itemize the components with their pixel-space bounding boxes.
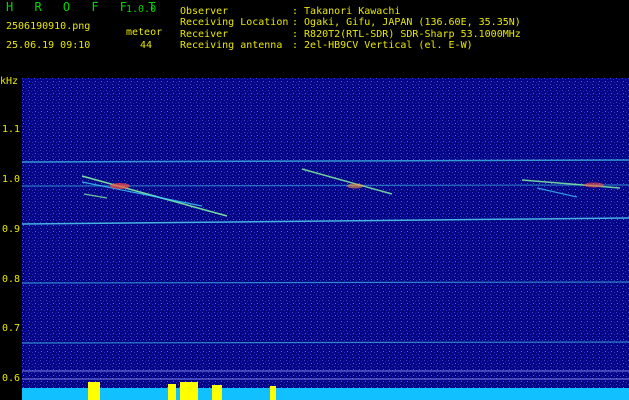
freq-tick-0.8: 0.8 — [2, 274, 21, 285]
meteor-label: meteor — [126, 27, 163, 38]
header-panel: H R O F F T 1.0.0 2506190910.png 25.06.1… — [0, 0, 629, 74]
activity-spike-1 — [88, 382, 100, 400]
freq-tick-1.1: 1.1 — [2, 124, 21, 135]
info-value-location: : Ogaki, Gifu, JAPAN (136.60E, 35.35N) — [292, 17, 521, 28]
meteor-head-2 — [347, 183, 363, 189]
activity-spike-3 — [180, 382, 198, 400]
activity-spike-2 — [168, 384, 176, 400]
info-value-receiver: : R820T2(RTL-SDR) SDR-Sharp 53.1000MHz — [292, 29, 521, 40]
info-key-receiver: Receiver — [180, 29, 229, 40]
app-version: 1.0.0 — [126, 4, 157, 15]
file-name: 2506190910.png — [6, 21, 91, 32]
freq-tick-0.6: 0.6 — [2, 373, 21, 384]
noise-background — [22, 78, 629, 400]
activity-spike-4 — [212, 385, 222, 400]
freq-tick-0.7: 0.7 — [2, 323, 21, 334]
activity-spike-5 — [270, 386, 276, 400]
meteor-head-1 — [110, 183, 130, 189]
spectrogram-display — [22, 78, 629, 400]
info-value-antenna: : 2el-HB9CV Vertical (el. E-W) — [292, 40, 473, 51]
meteor-count: 44 — [140, 40, 153, 51]
freq-unit-label: kHz — [0, 76, 19, 87]
info-key-observer: Observer — [180, 6, 229, 17]
info-key-location: Receiving Location — [180, 17, 289, 28]
file-datetime: 25.06.19 09:10 — [6, 40, 91, 51]
noise-floor-bar — [22, 388, 629, 400]
info-value-observer: : Takanori Kawachi — [292, 6, 401, 17]
spectrogram-graphics — [22, 78, 629, 400]
info-key-antenna: Receiving antenna — [180, 40, 283, 51]
meteor-head-3 — [584, 182, 604, 188]
freq-tick-1.0: 1.0 — [2, 174, 21, 185]
freq-tick-0.9: 0.9 — [2, 224, 21, 235]
